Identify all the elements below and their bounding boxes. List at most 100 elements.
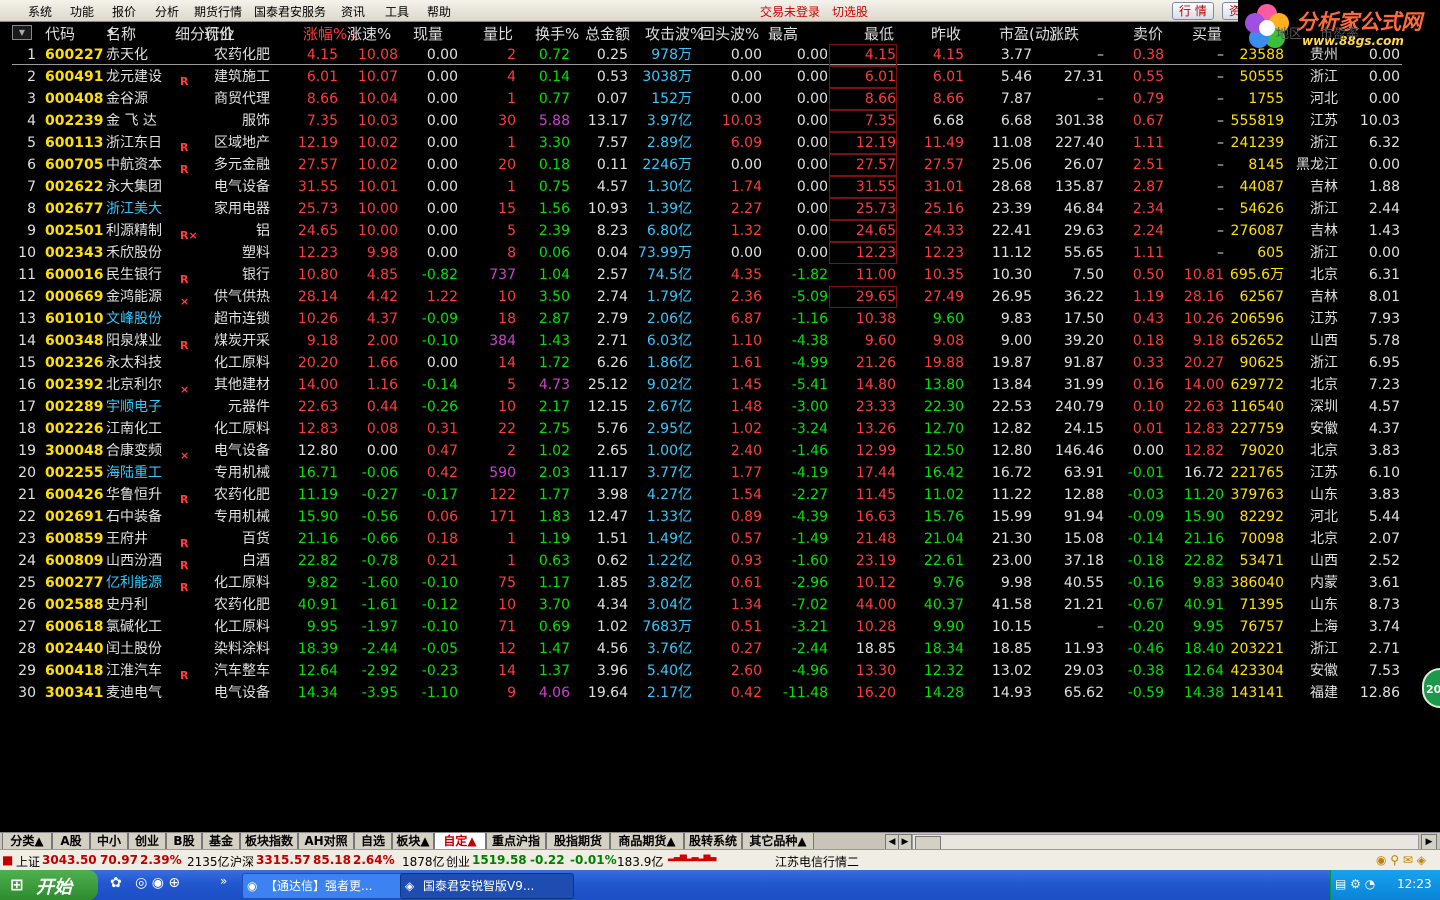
- cell-bv: 76757: [1239, 619, 1284, 635]
- column-header[interactable]: 市盈(动): [999, 23, 1056, 45]
- column-header[interactable]: 市盈率: [1320, 23, 1359, 45]
- cell-n: 15: [18, 355, 36, 371]
- table-row[interactable]: 5 600113 浙江东日 R 区域地产 12.19 10.02 0.00 1 3.30 7.57 2…: [0, 132, 1405, 154]
- taskbar-item-tdx[interactable]: ◉ 【通达信】强者更...: [242, 873, 416, 899]
- tab-10[interactable]: 自定▲: [434, 833, 486, 850]
- table-row[interactable]: 1 600227 赤天化 农药化肥 4.15 10.08 0.00 2 0.72 0.25 978万…: [0, 44, 1405, 66]
- tab-7[interactable]: AH对照: [298, 833, 354, 850]
- float-badge[interactable]: 20: [1422, 668, 1440, 708]
- start-button[interactable]: ⊞ 开始: [0, 870, 98, 900]
- table-row[interactable]: 8 002677 浙江美大 家用电器 25.73 10.00 0.00 15 1.56 10.93…: [0, 198, 1405, 220]
- scroll-right-arrow[interactable]: ▶: [1421, 834, 1437, 850]
- table-row[interactable]: 9 002501 利源精制 R× 铝 24.65 10.00 0.00 5 2.39 8.23 6.8…: [0, 220, 1405, 242]
- column-header[interactable]: 买量: [1192, 23, 1222, 45]
- tab-12[interactable]: 股指期货: [546, 833, 610, 850]
- stock-picker-link[interactable]: 切选股: [832, 3, 868, 20]
- column-header[interactable]: 总金额: [585, 23, 630, 45]
- table-row[interactable]: 29 600418 江淮汽车 R 汽车整车 12.64 -2.92 -0.23 14 1.37 3.…: [0, 660, 1405, 682]
- tab-scroll-left[interactable]: ◀: [885, 834, 899, 850]
- column-header[interactable]: 最低: [864, 23, 894, 45]
- column-header[interactable]: 代码: [45, 23, 75, 45]
- menu-futures[interactable]: 期货行情: [194, 3, 242, 20]
- menu-system[interactable]: 系统: [28, 3, 52, 20]
- tab-4[interactable]: B股: [166, 833, 202, 850]
- tab-5[interactable]: 基金: [202, 833, 240, 850]
- table-row[interactable]: 11 600016 民生银行 R 银行 10.80 4.85 -0.82 737 1.04 2.57…: [0, 264, 1405, 286]
- column-header[interactable]: 最高: [768, 23, 798, 45]
- tab-2[interactable]: 中小: [90, 833, 128, 850]
- table-row[interactable]: 3 000408 金谷源 商贸代理 8.66 10.04 0.00 1 0.77 0.07 152万…: [0, 88, 1405, 110]
- column-header[interactable]: 涨跌: [1049, 23, 1079, 45]
- table-row[interactable]: 26 002588 史丹利 农药化肥 40.91 -1.61 -0.12 10 3.70 4.34…: [0, 594, 1405, 616]
- table-row[interactable]: 17 002289 宇顺电子 元器件 22.63 0.44 -0.26 10 2.17 12.15…: [0, 396, 1405, 418]
- quicklaunch-icons[interactable]: ✿ ◎ ◉ ⊕: [110, 875, 180, 891]
- tab-3[interactable]: 创业: [128, 833, 166, 850]
- table-row[interactable]: 15 002326 永太科技 化工原料 20.20 1.66 0.00 14 1.72 6.26 1…: [0, 352, 1405, 374]
- tab-11[interactable]: 重点沪指: [486, 833, 546, 850]
- table-row[interactable]: 7 002622 永大集团 电气设备 31.55 10.01 0.00 1 0.75 4.57 1.…: [0, 176, 1405, 198]
- cell-chg: -2.44: [361, 641, 398, 657]
- cell-turn: 2.74: [596, 289, 628, 305]
- menu-analysis[interactable]: 分析: [155, 3, 179, 20]
- tab-15[interactable]: 其它品种▲: [742, 833, 814, 850]
- tab-6[interactable]: 板块指数: [240, 833, 298, 850]
- column-header[interactable]: 昨收: [931, 23, 961, 45]
- table-row[interactable]: 20 002255 海陆重工 专用机械 16.71 -0.06 0.42 590 2.03 11.…: [0, 462, 1405, 484]
- quote-button[interactable]: 行 情: [1172, 2, 1214, 20]
- table-row[interactable]: 21 600426 华鲁恒升 R 农药化肥 11.19 -0.27 -0.17 122 1.77 3…: [0, 484, 1405, 506]
- cell-n: 11: [18, 267, 36, 283]
- server-name[interactable]: 江苏电信行情二: [775, 853, 859, 870]
- table-row[interactable]: 27 600618 氯碱化工 化工原料 9.95 -1.97 -0.10 71 0.69 1.02…: [0, 616, 1405, 638]
- trade-login-status[interactable]: 交易未登录: [760, 3, 820, 20]
- table-row[interactable]: 6 600705 中航资本 R 多元金融 27.57 10.02 0.00 20 0.18 0.11…: [0, 154, 1405, 176]
- cell-chg: 4.85: [366, 267, 398, 283]
- table-row[interactable]: 30 300341 麦迪电气 电气设备 14.34 -3.95 -1.10 9 4.06 19.6…: [0, 682, 1405, 704]
- menu-function[interactable]: 功能: [70, 3, 94, 20]
- column-header[interactable]: •: [106, 23, 115, 45]
- table-row[interactable]: 19 300048 合康变频 × 电气设备 12.80 0.00 0.47 2 1.02 2.65 1…: [0, 440, 1405, 462]
- table-row[interactable]: 16 002392 北京利尔 × 其他建材 14.00 1.16 -0.14 5 4.73 25.1…: [0, 374, 1405, 396]
- cell-n: 3: [27, 91, 36, 107]
- table-row[interactable]: 23 600859 王府井 R 百货 21.16 -0.66 0.18 1 1.19 1.51 1.4…: [0, 528, 1405, 550]
- tray-icons[interactable]: ▤ ⚙ ◔: [1335, 877, 1375, 891]
- menu-tools[interactable]: 工具: [385, 3, 409, 20]
- cell-prev: 13.02: [991, 663, 1032, 679]
- column-header[interactable]: 卖价: [1133, 23, 1163, 45]
- column-header[interactable]: 攻击波%: [645, 23, 704, 45]
- column-header[interactable]: 现量: [413, 23, 443, 45]
- menu-news[interactable]: 资讯: [341, 3, 365, 20]
- column-header[interactable]: 量比: [483, 23, 513, 45]
- column-header[interactable]: 回头波%: [700, 23, 759, 45]
- menu-service[interactable]: 国泰君安服务: [254, 3, 326, 20]
- scrollbar-thumb[interactable]: [915, 836, 941, 850]
- table-row[interactable]: 10 002343 禾欣股份 塑料 12.23 9.98 0.00 8 0.06 0.04 73.9…: [0, 242, 1405, 264]
- tab-14[interactable]: 股转系统: [684, 833, 742, 850]
- column-menu-button[interactable]: ▼: [12, 25, 32, 40]
- table-row[interactable]: 24 600809 山西汾酒 R 白酒 22.82 -0.78 0.21 1 0.63 0.62 1.…: [0, 550, 1405, 572]
- quicklaunch-more-icon[interactable]: »: [220, 874, 227, 888]
- menu-help[interactable]: 帮助: [427, 3, 451, 20]
- table-row[interactable]: 28 002440 闰土股份 染料涂料 18.39 -2.44 -0.05 12 1.47 4.5…: [0, 638, 1405, 660]
- table-row[interactable]: 12 000669 金鸿能源 × 供气供热 28.14 4.42 1.22 10 3.50 2.74…: [0, 286, 1405, 308]
- column-header[interactable]: 现价: [204, 23, 234, 45]
- taskbar-item-gtja[interactable]: ◈ 国泰君安锐智版V9...: [400, 873, 574, 899]
- column-header[interactable]: 换手%: [535, 23, 579, 45]
- tab-13[interactable]: 商品期货▲: [610, 833, 684, 850]
- column-header[interactable]: 地区: [1276, 23, 1302, 45]
- table-row[interactable]: 4 002239 金 飞 达 服饰 7.35 10.03 0.00 30 5.88 13.17 3.…: [0, 110, 1405, 132]
- horizontal-scrollbar[interactable]: [912, 834, 1419, 850]
- cell-area: 江苏: [1310, 311, 1338, 327]
- table-row[interactable]: 13 601010 文峰股份 超市连锁 10.26 4.37 -0.09 18 2.87 2.79…: [0, 308, 1405, 330]
- table-row[interactable]: 18 002226 江南化工 化工原料 12.83 0.08 0.31 22 2.75 5.76 2…: [0, 418, 1405, 440]
- menu-quote[interactable]: 报价: [112, 3, 136, 20]
- tab-0[interactable]: 分类▲: [2, 833, 52, 850]
- tab-9[interactable]: 板块▲: [392, 833, 434, 850]
- table-row[interactable]: 25 600277 亿利能源 R 化工原料 9.82 -1.60 -0.10 75 1.17 1.8…: [0, 572, 1405, 594]
- tab-1[interactable]: A股: [52, 833, 90, 850]
- table-row[interactable]: 14 600348 阳泉煤业 R 煤炭开采 9.18 2.00 -0.10 384 1.43 2.7…: [0, 330, 1405, 352]
- table-row[interactable]: 22 002691 石中装备 专用机械 15.90 -0.56 0.06 171 1.83 12.…: [0, 506, 1405, 528]
- table-row[interactable]: 2 600491 龙元建设 R 建筑施工 6.01 10.07 0.00 4 0.14 0.53 30…: [0, 66, 1405, 88]
- tab-8[interactable]: 自选: [354, 833, 392, 850]
- column-header[interactable]: 涨速%: [347, 23, 391, 45]
- tab-scroll-right[interactable]: ▶: [898, 834, 912, 850]
